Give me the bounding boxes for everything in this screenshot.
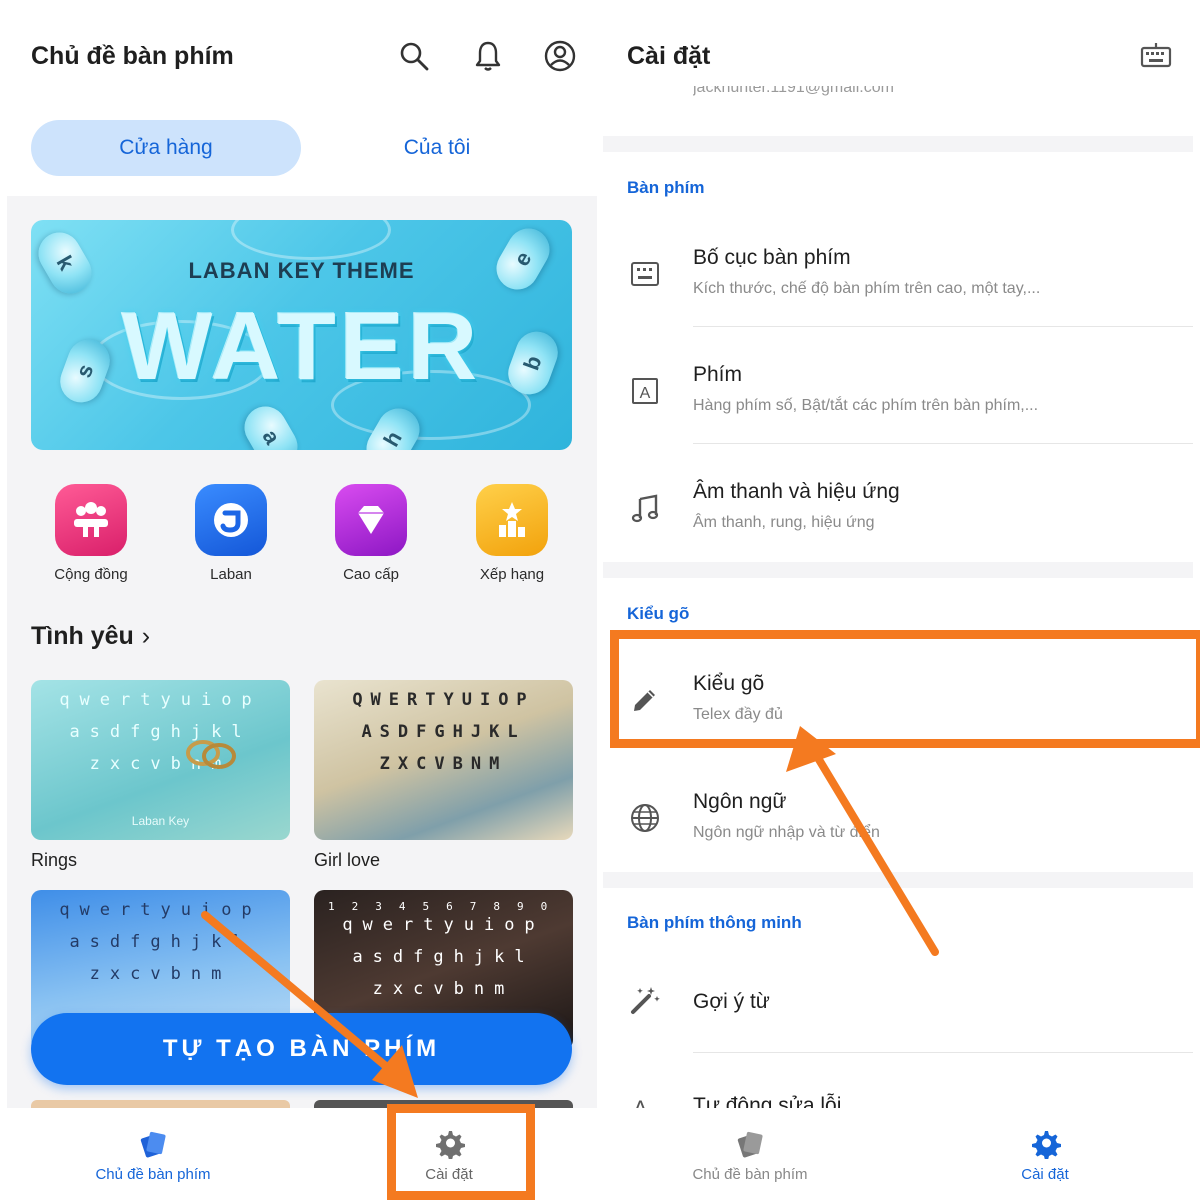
key-row: asdfghjkl xyxy=(69,932,252,952)
key-row: zxcvbnm xyxy=(372,979,515,999)
ranking-icon xyxy=(476,484,548,556)
setting-title: Bố cục bàn phím xyxy=(693,246,851,269)
bottom-nav: Chủ đề bàn phím Cài đặt xyxy=(603,1108,1200,1200)
setting-subtitle: Kích thước, chế độ bàn phím trên cao, mộ… xyxy=(693,280,1041,297)
setting-title: Ngôn ngữ xyxy=(693,790,787,813)
svg-text:A: A xyxy=(640,385,651,402)
setting-title: Âm thanh và hiệu ứng xyxy=(693,480,900,503)
account-email: jackhunter.1191@gmail.com xyxy=(693,86,894,96)
rings-image xyxy=(186,740,236,769)
diamond-icon xyxy=(335,484,407,556)
featured-banner[interactable]: k e s b a h LABAN KEY THEME WATER xyxy=(31,220,572,450)
divider xyxy=(693,326,1193,327)
app-header: Chủ đề bàn phím xyxy=(0,0,600,115)
key-row: zxcvbnm xyxy=(89,964,232,984)
section-separator xyxy=(603,562,1193,578)
gear-icon xyxy=(945,1126,1145,1160)
nav-themes[interactable]: Chủ đề bàn phím xyxy=(650,1126,850,1183)
nav-label: Chủ đề bàn phím xyxy=(692,1166,808,1183)
key-row: qwertyuiop xyxy=(342,915,545,935)
settings-screen: Cài đặt jackhunter.1191@gmail.com Bàn ph… xyxy=(603,0,1200,1200)
key-row: ZXCVBNM xyxy=(379,754,508,774)
theme-card-girl-love[interactable]: QWERTYUIOP ASDFGHJKL ZXCVBNM xyxy=(314,680,573,840)
setting-subtitle: Ngôn ngữ nhập và từ điển xyxy=(693,824,880,841)
key-row: asdfghjkl xyxy=(69,722,252,742)
highlight-box xyxy=(387,1104,535,1200)
key-row: qwertyuiop xyxy=(59,690,262,710)
category-label: Laban xyxy=(210,566,252,583)
setting-autocorrect[interactable]: A Tự động sửa lỗi xyxy=(603,1062,1193,1108)
theme-card-rings[interactable]: qwertyuiop asdfghjkl zxcvbnm Laban Key xyxy=(31,680,290,840)
music-note-icon xyxy=(627,490,663,526)
nav-label: Chủ đề bàn phím xyxy=(95,1166,211,1183)
page-title: Chủ đề bàn phím xyxy=(31,42,234,70)
setting-title: Gợi ý từ xyxy=(693,990,770,1013)
nav-settings[interactable]: Cài đặt xyxy=(945,1126,1145,1183)
bell-icon[interactable] xyxy=(470,38,506,74)
number-row: 1234567890 xyxy=(328,900,565,913)
setting-subtitle: Âm thanh, rung, hiệu ứng xyxy=(693,514,875,531)
banner-title: WATER xyxy=(121,293,482,400)
nav-themes[interactable]: Chủ đề bàn phím xyxy=(53,1126,253,1183)
chevron-right-icon: › xyxy=(141,622,151,650)
keyboard-icon[interactable] xyxy=(1140,42,1172,70)
key-row: ASDFGHJKL xyxy=(361,722,526,742)
keyboard-layout-icon xyxy=(627,256,663,292)
key-row: zxcvbnm xyxy=(89,754,232,774)
globe-icon xyxy=(627,800,663,836)
category-label: Xếp hạng xyxy=(479,566,545,583)
setting-subtitle: Hàng phím số, Bật/tắt các phím trên bàn … xyxy=(693,397,1039,414)
setting-title: Tự động sửa lỗi xyxy=(693,1094,842,1108)
divider xyxy=(693,443,1193,444)
tab-store[interactable]: Cửa hàng xyxy=(31,120,301,176)
section-title: Tình yêu xyxy=(31,622,134,650)
key-row: asdfghjkl xyxy=(352,947,535,967)
theme-preview-keys: QWERTYUIOP ASDFGHJKL ZXCVBNM xyxy=(314,680,573,840)
svg-text:A: A xyxy=(633,1096,648,1108)
setting-keyboard-layout[interactable]: Bố cục bàn phím Kích thước, chế độ bàn p… xyxy=(603,218,1193,334)
divider xyxy=(693,1052,1193,1053)
category-premium[interactable]: Cao cấp xyxy=(311,484,431,583)
section-header-keyboard: Bàn phím xyxy=(627,178,705,197)
setting-sound-effects[interactable]: Âm thanh và hiệu ứng Âm thanh, rung, hiệ… xyxy=(603,452,1193,568)
key-a-icon: A xyxy=(627,373,663,409)
section-separator xyxy=(603,872,1193,888)
section-header-smart-keyboard: Bàn phím thông minh xyxy=(627,913,802,932)
account-icon[interactable] xyxy=(542,38,578,74)
theme-icon xyxy=(650,1126,850,1160)
nav-label: Cài đặt xyxy=(1021,1166,1069,1183)
category-ranking[interactable]: Xếp hạng xyxy=(452,484,572,583)
highlight-box xyxy=(610,630,1200,748)
key-row: qwertyuiop xyxy=(59,900,262,920)
theme-icon xyxy=(53,1126,253,1160)
magic-wand-icon xyxy=(627,982,663,1018)
tab-mine[interactable]: Của tôi xyxy=(302,120,572,176)
community-icon xyxy=(55,484,127,556)
banner-key-a: a xyxy=(236,398,306,450)
setting-title: Phím xyxy=(693,363,743,386)
category-laban[interactable]: Laban xyxy=(171,484,291,583)
page-title: Cài đặt xyxy=(627,42,711,70)
section-separator xyxy=(603,136,1193,152)
section-love-header[interactable]: Tình yêu › xyxy=(31,622,150,651)
theme-watermark: Laban Key xyxy=(131,814,190,828)
category-label: Cao cấp xyxy=(343,566,399,583)
autocorrect-icon: A xyxy=(627,1092,663,1108)
section-header-typing: Kiểu gõ xyxy=(627,604,690,623)
laban-icon xyxy=(195,484,267,556)
theme-name: Rings xyxy=(31,850,78,870)
setting-language[interactable]: Ngôn ngữ Ngôn ngữ nhập và từ điển xyxy=(603,762,1193,878)
create-keyboard-button[interactable]: TỰ TẠO BÀN PHÍM xyxy=(31,1013,572,1085)
theme-store-screen: Chủ đề bàn phím Cửa hàng Của tôi k e s b… xyxy=(0,0,600,1200)
screenshot-root: Chủ đề bàn phím Cửa hàng Của tôi k e s b… xyxy=(0,0,1200,1200)
banner-subtitle: LABAN KEY THEME xyxy=(188,258,415,283)
key-row: QWERTYUIOP xyxy=(352,690,535,710)
theme-name: Girl love xyxy=(314,850,381,870)
setting-keys[interactable]: A Phím Hàng phím số, Bật/tắt các phím tr… xyxy=(603,335,1193,451)
setting-word-suggestion[interactable]: Gợi ý từ xyxy=(603,946,1193,1046)
category-label: Cộng đồng xyxy=(54,566,128,583)
category-community[interactable]: Cộng đồng xyxy=(31,484,151,583)
search-icon[interactable] xyxy=(396,38,432,74)
